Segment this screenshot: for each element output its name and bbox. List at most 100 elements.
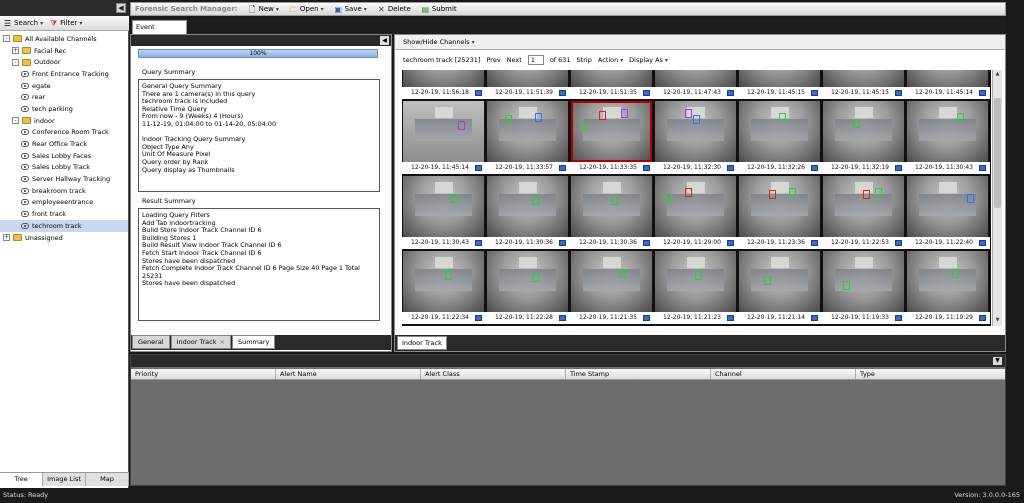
collapse-icon[interactable]: - xyxy=(12,117,19,125)
tree-item[interactable]: techroom track xyxy=(0,220,128,232)
tree-item[interactable]: breakroom track xyxy=(0,185,128,197)
column-alert-class[interactable]: Alert Class xyxy=(421,369,566,379)
tab-general[interactable]: General xyxy=(132,335,170,349)
result-thumbnail[interactable]: 12-20-19, 11:21:23 xyxy=(654,250,738,325)
result-thumbnail[interactable]: 12-20-19, 11:47:43 xyxy=(654,70,738,100)
result-thumbnail[interactable]: 12-20-19, 11:33:57 xyxy=(486,100,570,175)
close-tab-icon[interactable]: × xyxy=(220,338,225,346)
tree-item[interactable]: rear xyxy=(0,91,128,103)
alerts-menu-icon[interactable]: ▼ xyxy=(993,357,1002,365)
video-clip-icon[interactable] xyxy=(727,315,734,321)
result-thumbnail[interactable]: 12-20-19, 11:29:00 xyxy=(654,175,738,250)
tree-item[interactable]: Sales Lobby Faces xyxy=(0,150,128,162)
tree-item[interactable]: + Unassigned xyxy=(0,232,128,244)
collapse-left-icon[interactable]: ◀ xyxy=(116,3,126,13)
collapse-icon[interactable]: - xyxy=(12,58,19,66)
tree-item[interactable]: tech parking xyxy=(0,103,128,115)
tab-summary[interactable]: Summary xyxy=(231,335,276,349)
tab-tree[interactable]: Tree xyxy=(0,473,43,486)
scroll-up-icon[interactable]: ▲ xyxy=(994,71,1001,79)
tab-event-search[interactable]: Event Search× xyxy=(132,20,187,44)
video-clip-icon[interactable] xyxy=(979,315,986,321)
action-menu[interactable]: Action xyxy=(598,56,623,64)
tree-item[interactable]: Server Hallway Tracking xyxy=(0,173,128,185)
video-clip-icon[interactable] xyxy=(475,90,482,96)
result-thumbnail[interactable]: 12-20-19, 11:19:29 xyxy=(906,250,990,325)
tree-item[interactable]: - indoor xyxy=(0,115,128,127)
video-clip-icon[interactable] xyxy=(811,165,818,171)
result-thumbnail[interactable]: 12-20-19, 11:45:15 xyxy=(822,70,906,100)
result-thumbnail[interactable]: 12-20-19, 11:22:28 xyxy=(486,250,570,325)
prev-button[interactable]: Prev xyxy=(486,56,500,64)
column-alert-name[interactable]: Alert Name xyxy=(276,369,421,379)
strip-button[interactable]: Strip xyxy=(577,56,592,64)
video-clip-icon[interactable] xyxy=(895,240,902,246)
result-thumbnail[interactable]: 12-20-19, 11:32:19 xyxy=(822,100,906,175)
result-thumbnail[interactable]: 12-20-19, 11:19:33 xyxy=(822,250,906,325)
collapse-icon[interactable]: - xyxy=(3,35,10,43)
tab-indoor-track[interactable]: Indoor Track × xyxy=(170,335,231,349)
tree-item[interactable]: egate xyxy=(0,80,128,92)
collapse-summary-icon[interactable]: ◀ xyxy=(380,36,389,45)
expand-icon[interactable]: + xyxy=(3,234,10,242)
video-clip-icon[interactable] xyxy=(811,315,818,321)
video-clip-icon[interactable] xyxy=(643,315,650,321)
video-clip-icon[interactable] xyxy=(475,315,482,321)
result-thumbnail[interactable]: 12-20-19, 11:22:34 xyxy=(402,250,486,325)
result-thumbnail[interactable]: 12-20-19, 11:32:30 xyxy=(654,100,738,175)
result-thumbnail[interactable]: 12-20-19, 11:33:35 xyxy=(570,100,654,175)
delete-button[interactable]: ✕ Delete xyxy=(377,5,411,14)
video-clip-icon[interactable] xyxy=(895,165,902,171)
video-clip-icon[interactable] xyxy=(559,315,566,321)
video-clip-icon[interactable] xyxy=(895,315,902,321)
filter-menu[interactable]: ⧩ Filter xyxy=(49,19,82,28)
column-time-stamp[interactable]: Time Stamp xyxy=(566,369,711,379)
result-thumbnail[interactable]: 12-20-19, 11:21:14 xyxy=(738,250,822,325)
tree-item[interactable]: Conference Room Track xyxy=(0,127,128,139)
video-clip-icon[interactable] xyxy=(643,90,650,96)
result-thumbnail[interactable]: 12-20-19, 11:30:43 xyxy=(906,100,990,175)
next-button[interactable]: Next xyxy=(507,56,522,64)
column-type[interactable]: Type xyxy=(856,369,1005,379)
video-clip-icon[interactable] xyxy=(475,165,482,171)
result-thumbnail[interactable]: 12-20-19, 11:45:14 xyxy=(402,100,486,175)
result-thumbnail[interactable]: 12-20-19, 11:32:26 xyxy=(738,100,822,175)
display-as-menu[interactable]: Display As xyxy=(629,56,668,64)
result-thumbnail[interactable]: 12-20-19, 11:51:35 xyxy=(570,70,654,100)
tab-image-list[interactable]: Image List xyxy=(43,473,86,486)
result-thumbnail[interactable]: 12-20-19, 11:51:39 xyxy=(486,70,570,100)
result-thumbnail[interactable]: 12-20-19, 11:45:14 xyxy=(906,70,990,100)
save-button[interactable]: ▣ Save xyxy=(334,5,367,14)
expand-icon[interactable]: + xyxy=(12,47,19,55)
result-thumbnail[interactable]: 12-20-19, 11:22:40 xyxy=(906,175,990,250)
result-thumbnail[interactable]: 12-20-19, 11:22:53 xyxy=(822,175,906,250)
column-priority[interactable]: Priority xyxy=(131,369,276,379)
tree-item[interactable]: Front Entrance Tracking xyxy=(0,68,128,80)
video-clip-icon[interactable] xyxy=(895,90,902,96)
submit-button[interactable]: ▤ Submit xyxy=(421,5,457,14)
tree-item[interactable]: - All Available Channels xyxy=(0,33,128,45)
tab-map[interactable]: Map xyxy=(86,473,129,486)
scrollbar-thumb[interactable] xyxy=(994,98,1001,208)
video-clip-icon[interactable] xyxy=(811,90,818,96)
tree-item[interactable]: Rear Office Track xyxy=(0,138,128,150)
video-clip-icon[interactable] xyxy=(643,165,650,171)
result-thumbnail[interactable]: 12-20-19, 11:30:43 xyxy=(402,175,486,250)
search-menu[interactable]: ☰ Search xyxy=(3,19,43,28)
open-button[interactable]: 🗁 Open xyxy=(289,5,324,14)
thumbnail-scrollbar[interactable]: ▲ ▼ xyxy=(992,70,1002,326)
result-thumbnail[interactable]: 12-20-19, 11:45:15 xyxy=(738,70,822,100)
video-clip-icon[interactable] xyxy=(559,165,566,171)
video-clip-icon[interactable] xyxy=(727,90,734,96)
video-clip-icon[interactable] xyxy=(559,90,566,96)
video-clip-icon[interactable] xyxy=(559,240,566,246)
result-thumbnail[interactable]: 12-20-19, 11:56:18 xyxy=(402,70,486,100)
tree-item[interactable]: + Facial Rec xyxy=(0,45,128,57)
result-thumbnail[interactable]: 12-20-19, 11:30:36 xyxy=(486,175,570,250)
tree-item[interactable]: employeeentrance xyxy=(0,197,128,209)
scroll-down-icon[interactable]: ▼ xyxy=(994,317,1001,325)
video-clip-icon[interactable] xyxy=(979,240,986,246)
video-clip-icon[interactable] xyxy=(979,165,986,171)
tree-item[interactable]: Sales Lobby Track xyxy=(0,162,128,174)
result-thumbnail[interactable]: 12-20-19, 11:30:36 xyxy=(570,175,654,250)
